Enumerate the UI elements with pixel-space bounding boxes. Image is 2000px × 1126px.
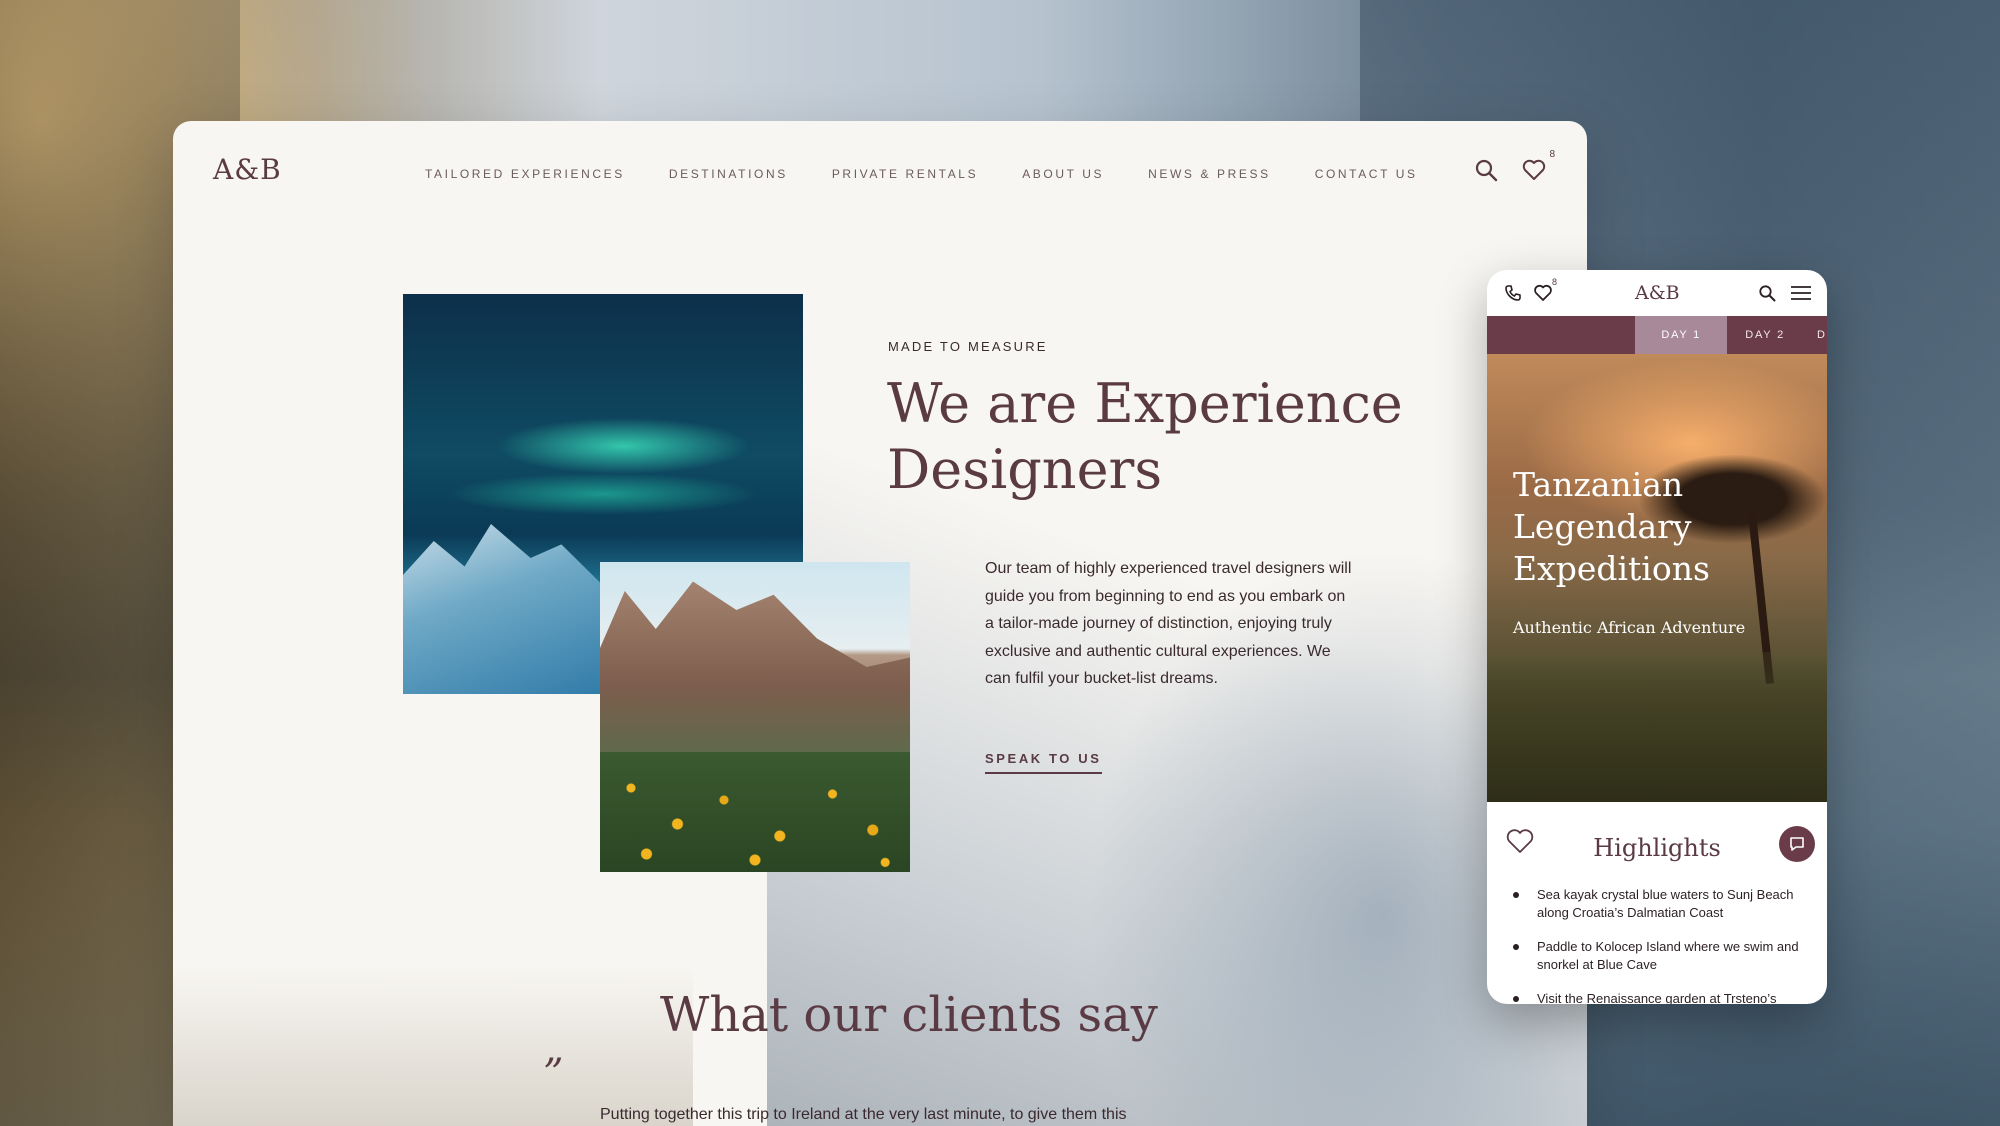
day-tabs: DAY 1 DAY 2 DAY (1487, 316, 1827, 354)
top-navigation: A&B TAILORED EXPERIENCES DESTINATIONS PR… (173, 121, 1587, 221)
search-icon (1475, 159, 1498, 182)
chat-icon (1790, 837, 1804, 851)
mobile-menu-button[interactable] (1789, 283, 1813, 303)
desktop-mist-left (173, 966, 693, 1126)
nav-icons: 8 (1473, 149, 1555, 183)
nav-links: TAILORED EXPERIENCES DESTINATIONS PRIVAT… (425, 167, 1462, 181)
wishlist-count-badge: 8 (1549, 149, 1555, 160)
aurora-ice-foreground (403, 524, 623, 694)
search-button[interactable] (1473, 157, 1499, 183)
tab-day-3[interactable]: DAY (1803, 316, 1827, 354)
speak-to-us-link[interactable]: SPEAK TO US (985, 751, 1102, 774)
nav-item-tailored-experiences[interactable]: TAILORED EXPERIENCES (425, 167, 625, 181)
heart-icon (1522, 159, 1546, 180)
mobile-favourite-button[interactable] (1505, 826, 1535, 856)
hero-eyebrow: MADE TO MEASURE (888, 339, 1048, 354)
heart-icon (1534, 284, 1552, 301)
nav-item-about-us[interactable]: ABOUT US (1022, 167, 1104, 181)
hero-title: We are Experience Designers (887, 372, 1403, 501)
search-icon (1759, 285, 1776, 302)
desktop-browser-mockup: A&B TAILORED EXPERIENCES DESTINATIONS PR… (173, 121, 1587, 1126)
phone-icon (1505, 285, 1521, 301)
mobile-search-button[interactable] (1757, 283, 1777, 303)
hero-body: Our team of highly experienced travel de… (985, 560, 1352, 688)
wishlist-button[interactable]: 8 (1521, 149, 1555, 183)
tab-day-2[interactable]: DAY 2 (1727, 316, 1803, 354)
nav-item-news-press[interactable]: NEWS & PRESS (1148, 167, 1271, 181)
menu-icon (1791, 286, 1811, 300)
mountain-meadow-image (600, 562, 910, 872)
quote-mark-icon: ” (543, 1051, 564, 1097)
mobile-brand-logo[interactable]: A&B (1635, 282, 1680, 304)
testimonial-quote: Putting together this trip to Ireland at… (600, 1106, 1127, 1123)
mountain-peaks (600, 581, 910, 762)
nav-item-contact-us[interactable]: CONTACT US (1315, 167, 1418, 181)
nav-item-destinations[interactable]: DESTINATIONS (669, 167, 788, 181)
nav-item-private-rentals[interactable]: PRIVATE RENTALS (832, 167, 978, 181)
mobile-header: 8 A&B (1487, 270, 1827, 316)
savanna-grass (1487, 652, 1827, 802)
mobile-hero-subtitle: Authentic African Adventure (1513, 618, 1746, 637)
heart-icon (1506, 829, 1534, 853)
meadow-flowers (600, 752, 910, 872)
mobile-phone-button[interactable] (1503, 283, 1523, 303)
mobile-wishlist-button[interactable]: 8 (1533, 277, 1557, 303)
mobile-hero-title: Tanzanian Legendary Expeditions (1513, 465, 1710, 588)
mobile-wishlist-count: 8 (1551, 277, 1557, 287)
mobile-chat-button[interactable] (1779, 826, 1815, 862)
mobile-mockup: 8 A&B DAY 1 DAY 2 DAY (1487, 270, 1827, 1004)
brand-logo[interactable]: A&B (213, 153, 282, 186)
tab-day-1[interactable]: DAY 1 (1635, 316, 1728, 354)
testimonials-heading: What our clients say (660, 987, 1158, 1043)
